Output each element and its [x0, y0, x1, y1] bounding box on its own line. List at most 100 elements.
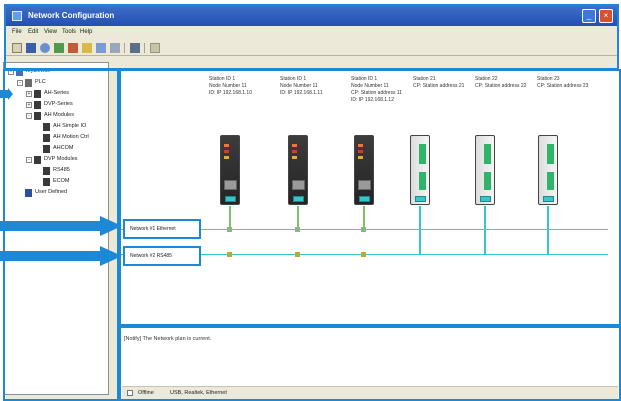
device-status-bar [547, 144, 554, 164]
expand-toggle-icon[interactable]: - [26, 157, 32, 163]
ethernet-drop-line [363, 206, 365, 229]
network-junction [361, 227, 366, 232]
ethernet-plc-device[interactable] [354, 135, 374, 205]
rs485-device[interactable] [410, 135, 430, 205]
expand-toggle-icon[interactable]: - [8, 69, 14, 75]
scan-icon[interactable] [82, 43, 92, 53]
network-junction [227, 227, 232, 232]
menu-help[interactable]: Help [80, 29, 92, 35]
minimize-button[interactable]: _ [582, 9, 596, 23]
module-icon [43, 178, 50, 186]
device-status-bar [419, 172, 426, 190]
network-2-label[interactable]: Network #2 RS485 [123, 246, 201, 266]
module-icon [43, 123, 50, 131]
device-status-bar [547, 172, 554, 190]
ethernet-port [225, 196, 236, 202]
module-icon [34, 101, 41, 109]
ethernet-drop-line [229, 206, 231, 229]
offline-checkbox[interactable] [127, 390, 133, 396]
status-led [358, 150, 363, 153]
rs485-port [543, 196, 554, 202]
module-icon [34, 156, 41, 164]
status-led [292, 144, 297, 147]
rs485-device[interactable] [475, 135, 495, 205]
menu-edit[interactable]: Edit [28, 29, 38, 35]
expand-toggle-icon[interactable]: + [26, 102, 32, 108]
network-1-label[interactable]: Network #1 Ethernet [123, 219, 201, 239]
status-connection: USB, Realtek, Ethernet [170, 390, 227, 396]
tree-item-label: AH Simple IO [53, 123, 87, 129]
connect-icon[interactable] [96, 43, 106, 53]
expand-toggle-icon[interactable]: - [26, 113, 32, 119]
upload-icon[interactable] [68, 43, 78, 53]
tree-item-label: AH Motion Ctrl [53, 134, 89, 140]
rs485-device[interactable] [538, 135, 558, 205]
module-icon [43, 134, 50, 142]
menu-file[interactable]: File [12, 29, 22, 35]
properties-icon[interactable] [110, 43, 120, 53]
ethernet-port [293, 196, 304, 202]
help-icon[interactable] [150, 43, 160, 53]
network-canvas[interactable]: Station ID 1 Node Number 11 ID: IP 192.1… [119, 69, 621, 326]
download-icon[interactable] [54, 43, 64, 53]
rs485-port [480, 196, 491, 202]
status-mode: Offline [138, 390, 154, 396]
device-panel [358, 180, 371, 190]
device-status-bar [484, 144, 491, 164]
device-status-bar [419, 144, 426, 164]
status-bar: Offline USB, Realtek, Ethernet [122, 386, 618, 399]
device-panel [224, 180, 237, 190]
menu-view[interactable]: View [44, 29, 57, 35]
status-led [224, 144, 229, 147]
ethernet-plc-device[interactable] [220, 135, 240, 205]
open-icon[interactable] [26, 43, 36, 53]
status-led [224, 150, 229, 153]
tree-item-label: ECOM [53, 178, 70, 184]
output-message: [Notify] The Network plan is current. [124, 336, 212, 342]
network-junction [295, 252, 300, 257]
network-junction [295, 227, 300, 232]
callout-arrow [0, 216, 122, 236]
tree-item-label: AH Modules [44, 112, 74, 118]
device-panel [292, 180, 305, 190]
folder-icon [25, 189, 32, 197]
module-icon [34, 90, 41, 98]
save-icon[interactable] [40, 43, 50, 53]
module-icon [34, 112, 41, 120]
module-icon [43, 167, 50, 175]
status-led [292, 156, 297, 159]
tree-item-label: User Defined [35, 189, 68, 195]
ethernet-port [359, 196, 370, 202]
status-led [358, 144, 363, 147]
print-icon[interactable] [130, 43, 140, 53]
tree-item-label: AHCOM [53, 145, 74, 151]
new-icon[interactable] [12, 43, 22, 53]
toolbar [6, 40, 617, 56]
network-junction [227, 252, 232, 257]
network-icon [16, 68, 23, 76]
tree-item-label: DVP Modules [44, 156, 78, 162]
title-bar: Network Configuration _ × [6, 6, 617, 26]
callout-arrow [0, 88, 13, 100]
ethernet-drop-line [297, 206, 299, 229]
ethernet-plc-device[interactable] [288, 135, 308, 205]
device-label: Station ID 1 Node Number 11 ID: IP 192.1… [280, 76, 323, 96]
toolbar-separator [124, 43, 125, 53]
menu-tools[interactable]: Tools [62, 29, 76, 35]
device-status-bar [484, 172, 491, 190]
status-led [224, 156, 229, 159]
status-led [292, 150, 297, 153]
expand-toggle-icon[interactable]: + [26, 91, 32, 97]
rs485-drop-line [484, 206, 486, 254]
rs485-drop-line [547, 206, 549, 254]
expand-toggle-icon[interactable]: - [17, 80, 23, 86]
network-junction [361, 252, 366, 257]
plc-icon [25, 79, 32, 87]
close-button[interactable]: × [599, 9, 613, 23]
device-label: Station ID 1 Node Number 11 ID: IP 192.1… [209, 76, 252, 96]
rs485-drop-line [419, 206, 421, 254]
tree-item-label: MyDevice [26, 68, 51, 74]
tree-item-label: RS485 [53, 167, 70, 173]
callout-arrow [0, 246, 122, 266]
status-led [358, 156, 363, 159]
